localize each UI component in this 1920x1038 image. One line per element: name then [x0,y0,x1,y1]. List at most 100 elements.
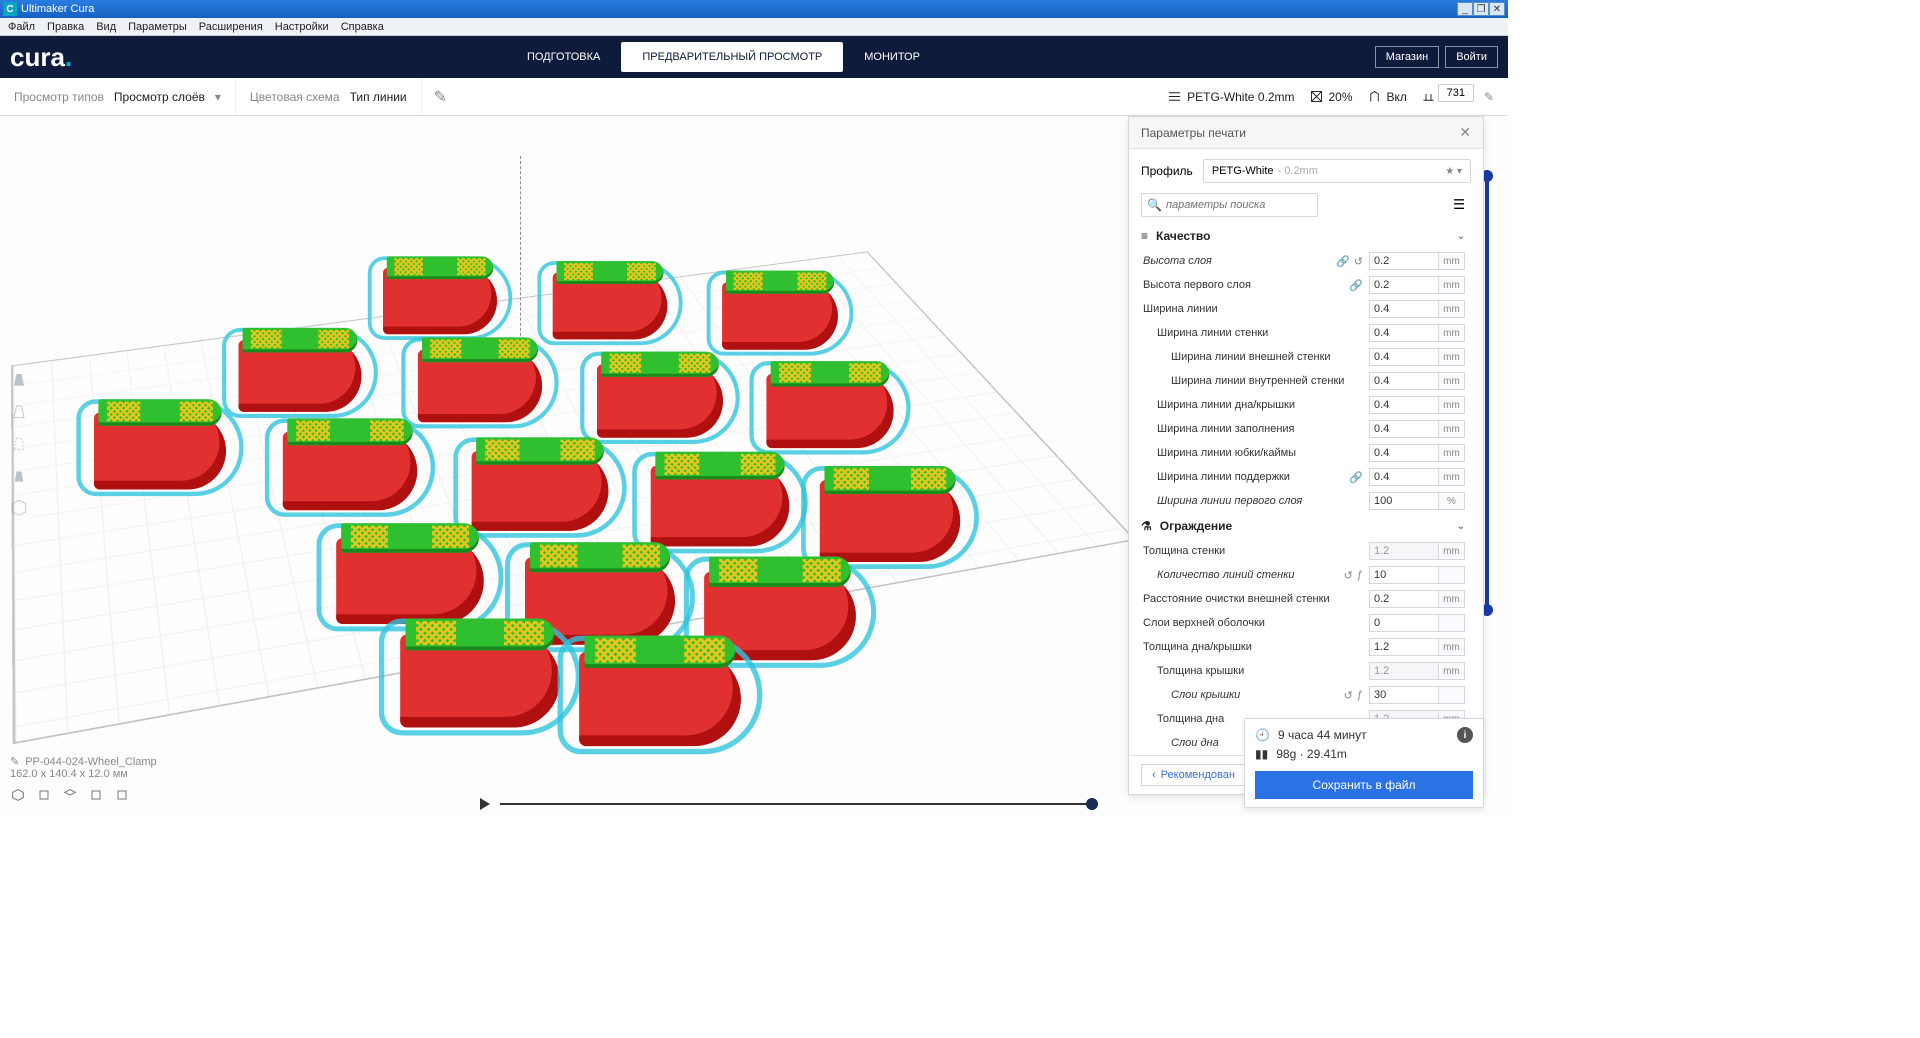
setting-unit: mm [1439,324,1465,342]
menu-file[interactable]: Файл [2,21,41,33]
settings-menu-icon[interactable]: ☰ [1447,193,1471,217]
support-chip[interactable]: Вкл [1367,89,1407,104]
setting-value-input[interactable]: 100 [1369,492,1439,510]
setting-value-input[interactable]: 0.2 [1369,276,1439,294]
minimize-button[interactable]: _ [1457,2,1473,16]
color-scheme-selector[interactable]: Цветовая схема Тип линии [236,78,422,115]
app-header: cura. ПОДГОТОВКА ПРЕДВАРИТЕЛЬНЫЙ ПРОСМОТ… [0,36,1508,78]
save-to-file-button[interactable]: Сохранить в файл [1255,771,1473,799]
setting-value-input[interactable]: 0.4 [1369,444,1439,462]
model-instance[interactable] [597,364,723,438]
model-instance[interactable] [383,268,497,335]
marketplace-button[interactable]: Магазин [1375,46,1439,68]
setting-value-input[interactable]: 0.4 [1369,468,1439,486]
model-instance[interactable] [820,480,960,562]
setting-value-input[interactable]: 0.2 [1369,590,1439,608]
setting-value-input[interactable]: 0.2 [1369,252,1439,270]
infill-chip[interactable]: 20% [1309,89,1353,104]
view-right-icon[interactable] [114,787,130,808]
view-left-icon[interactable] [88,787,104,808]
edit-icon[interactable]: ✎ [422,87,459,107]
play-icon[interactable] [480,798,490,810]
setting-value-input[interactable]: 0 [1369,614,1439,632]
view-xray-icon[interactable] [6,398,32,424]
setting-row: Толщина крышки1.2mm [1129,659,1477,683]
edit-settings-icon[interactable]: ✎ [1484,90,1494,104]
setting-value-input: 1.2 [1369,542,1439,560]
view-layer-icon[interactable] [6,430,32,456]
reset-icon[interactable]: ↺ [1344,569,1353,582]
walls-icon: ⚗ [1141,519,1152,533]
pencil-icon: ✎ [10,755,19,768]
setting-icons: ↺ƒ [1344,689,1363,702]
profile-label: Профиль [1141,164,1193,178]
cura-logo: cura. [10,42,72,73]
setting-label: Ширина линии юбки/каймы [1143,447,1369,459]
reset-icon[interactable]: ↺ [1344,689,1353,702]
z-axis-line [520,156,521,356]
model-instance[interactable] [766,374,893,448]
timeline-thumb[interactable] [1086,798,1098,810]
model-instance[interactable] [336,538,484,624]
fx-icon[interactable]: ƒ [1357,569,1363,582]
panel-close-icon[interactable]: ✕ [1459,124,1471,141]
view-front2-icon[interactable] [36,787,52,808]
setting-value-input[interactable]: 10 [1369,566,1439,584]
reset-icon[interactable]: ↺ [1354,255,1363,268]
setting-value-input[interactable]: 0.4 [1369,372,1439,390]
signin-button[interactable]: Войти [1445,46,1498,68]
profile-dropdown[interactable]: PETG-White - 0.2mm ★ ▾ [1203,159,1471,183]
recommended-button[interactable]: ‹ Рекомендован [1141,764,1246,786]
menu-help[interactable]: Справка [335,21,390,33]
link-icon[interactable]: 🔗 [1349,279,1363,292]
section-quality[interactable]: ≡ Качество ⌄ [1129,223,1477,249]
maximize-button[interactable]: ❐ [1473,2,1489,16]
setting-value-input[interactable]: 30 [1369,686,1439,704]
link-icon[interactable]: 🔗 [1349,471,1363,484]
info-icon[interactable]: i [1457,727,1473,743]
setting-label: Ширина линии первого слоя [1143,495,1369,507]
setting-row: Слои верхней оболочки0 [1129,611,1477,635]
view-top-icon[interactable] [62,787,78,808]
settings-search-input[interactable] [1141,193,1318,217]
tab-monitor[interactable]: МОНИТОР [843,42,941,72]
section-walls[interactable]: ⚗ Ограждение ⌄ [1129,513,1477,539]
setting-value-input[interactable]: 0.4 [1369,420,1439,438]
setting-label: Толщина дна/крышки [1143,641,1369,653]
model-instance[interactable] [94,413,226,490]
timeline-track[interactable] [500,803,1098,805]
link-icon[interactable]: 🔗 [1336,255,1350,268]
setting-value-input[interactable]: 0.4 [1369,396,1439,414]
tab-preview[interactable]: ПРЕДВАРИТЕЛЬНЫЙ ПРОСМОТР [621,42,843,72]
menubar: Файл Правка Вид Параметры Расширения Нас… [0,18,1508,36]
menu-preferences[interactable]: Настройки [269,21,335,33]
model-instance[interactable] [418,350,542,422]
menu-edit[interactable]: Правка [41,21,90,33]
setting-row: Ширина линии юбки/каймы0.4mm [1129,441,1477,465]
view-type-selector[interactable]: Просмотр типов Просмотр слоёв ▾ [0,78,236,115]
view-front-icon[interactable] [6,462,32,488]
setting-value-input[interactable]: 1.2 [1369,638,1439,656]
print-profile-chip[interactable]: PETG-White 0.2mm [1167,89,1294,104]
menu-settings[interactable]: Параметры [122,21,193,33]
close-button[interactable]: ✕ [1489,2,1505,16]
setting-value-input[interactable]: 0.4 [1369,348,1439,366]
simulation-timeline[interactable] [480,798,1098,810]
model-instance[interactable] [239,340,362,412]
model-instance[interactable] [722,282,838,350]
menu-view[interactable]: Вид [90,21,122,33]
view-3d-icon[interactable] [10,787,26,808]
tab-prepare[interactable]: ПОДГОТОВКА [506,42,621,72]
fx-icon[interactable]: ƒ [1357,689,1363,702]
model-instance[interactable] [472,451,609,531]
setting-value-input[interactable]: 0.4 [1369,300,1439,318]
model-instance[interactable] [400,634,560,727]
model-instance[interactable] [553,273,668,340]
view-solid-icon[interactable] [6,366,32,392]
view-iso-icon[interactable] [6,494,32,520]
model-instance[interactable] [579,652,741,746]
menu-extensions[interactable]: Расширения [193,21,269,33]
setting-value-input[interactable]: 0.4 [1369,324,1439,342]
model-instance[interactable] [283,432,417,510]
model-instance[interactable] [651,466,790,547]
